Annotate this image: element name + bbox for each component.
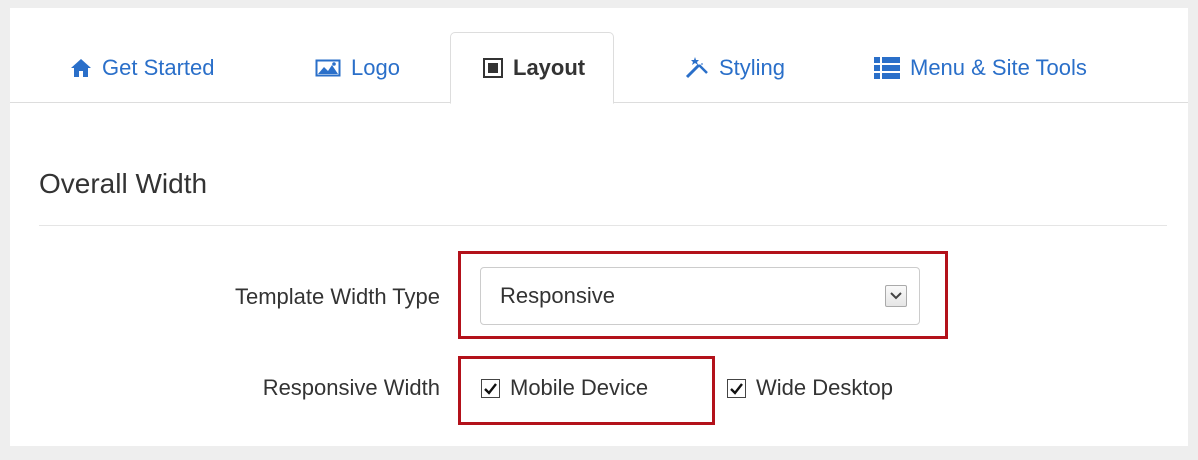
tab-bar: Get Started Logo Layout Styling Menu & S…: [10, 8, 1188, 104]
select-value: Responsive: [500, 283, 615, 308]
mobile-device-checkbox[interactable]: [481, 378, 500, 398]
wide-desktop-label: Wide Desktop: [756, 375, 893, 400]
tab-layout[interactable]: Layout: [450, 32, 615, 104]
tab-menu-site-tools[interactable]: Menu & Site Tools: [874, 32, 1087, 103]
tab-get-started[interactable]: Get Started: [70, 32, 215, 103]
magic-wand-icon: [685, 56, 709, 79]
tab-logo[interactable]: Logo: [315, 32, 400, 103]
divider: [39, 225, 1167, 226]
tab-label: Logo: [351, 54, 400, 80]
responsive-width-label: Responsive Width: [262, 375, 440, 400]
image-icon: [315, 59, 341, 77]
tab-label: Styling: [719, 54, 786, 80]
settings-panel: Get Started Logo Layout Styling Menu & S…: [10, 8, 1188, 446]
tab-label: Layout: [513, 55, 586, 80]
list-icon: [874, 56, 900, 79]
chevron-down-icon[interactable]: [885, 285, 907, 307]
tab-label: Get Started: [102, 54, 215, 80]
layout-icon: [483, 58, 503, 78]
tab-styling[interactable]: Styling: [685, 32, 785, 103]
template-width-type-select[interactable]: Responsive: [480, 267, 920, 325]
mobile-device-checkbox-group[interactable]: Mobile Device: [481, 375, 648, 401]
wide-desktop-checkbox[interactable]: [727, 378, 746, 398]
mobile-device-label: Mobile Device: [510, 375, 649, 400]
home-icon: [70, 58, 92, 78]
template-width-type-label: Template Width Type: [234, 284, 440, 309]
wide-desktop-checkbox-group[interactable]: Wide Desktop: [727, 375, 893, 401]
section-title: Overall Width: [39, 168, 208, 199]
tab-label: Menu & Site Tools: [910, 54, 1087, 80]
